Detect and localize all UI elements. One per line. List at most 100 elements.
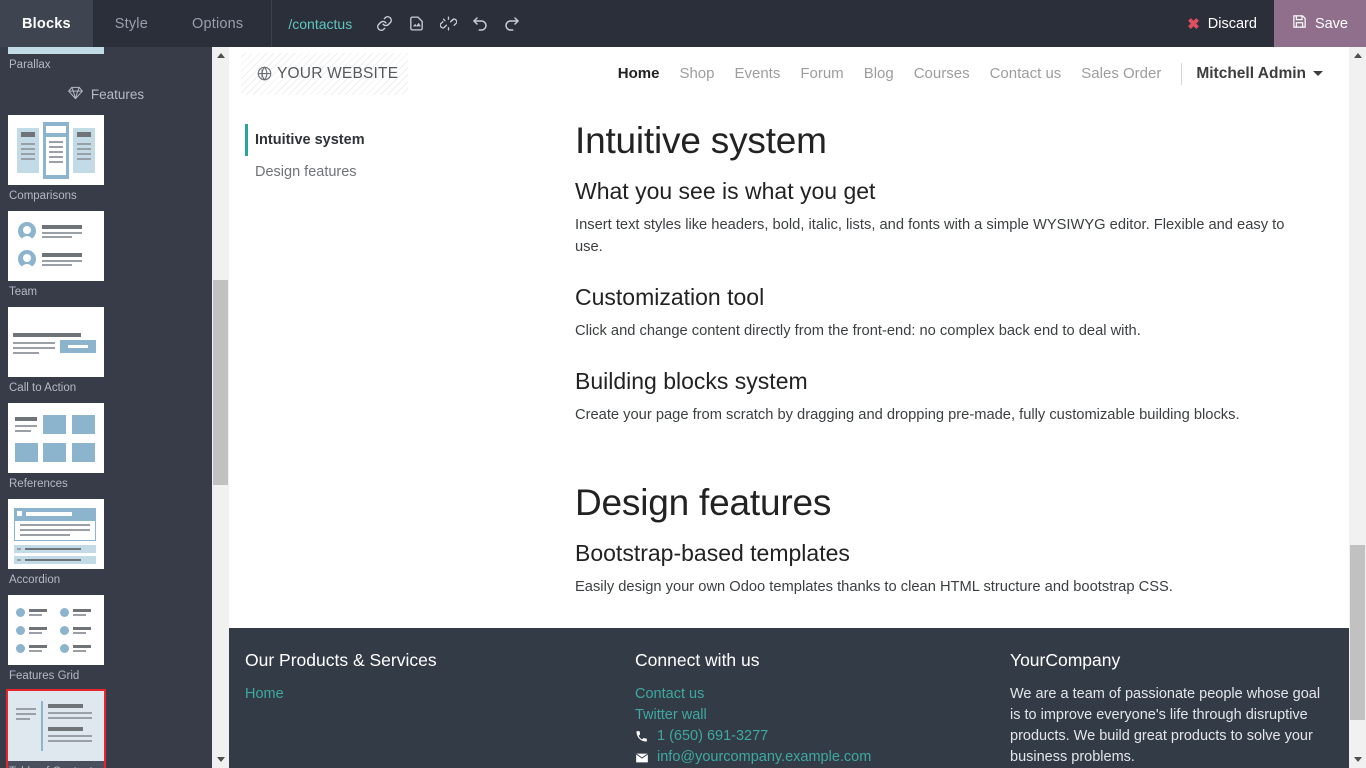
block-label: Call to Action xyxy=(9,382,77,394)
block-item-call-to-action[interactable]: Call to Action xyxy=(8,307,104,395)
block-thumbnail xyxy=(8,403,104,473)
footer-column-title: Connect with us xyxy=(635,650,760,670)
footer-phone-value: 1 (650) 691-3277 xyxy=(657,728,769,744)
unlink-icon[interactable] xyxy=(432,0,464,47)
footer-link-twitter-wall[interactable]: Twitter wall xyxy=(635,705,978,726)
scrollbar-track[interactable] xyxy=(212,64,229,751)
discard-label: Discard xyxy=(1207,15,1257,32)
nav-divider xyxy=(1181,62,1183,85)
section-title: Design features xyxy=(575,482,832,523)
floppy-disk-icon xyxy=(1292,14,1307,33)
nav-item-sales-order[interactable]: Sales Order xyxy=(1071,65,1171,82)
block-thumbnail xyxy=(8,691,104,761)
scrollbar-track[interactable] xyxy=(1349,64,1366,751)
envelope-icon xyxy=(635,751,650,765)
footer-company-paragraph: We are a team of passionate people whose… xyxy=(1010,686,1321,765)
nav-item-courses[interactable]: Courses xyxy=(904,65,980,82)
save-label: Save xyxy=(1314,15,1348,32)
block-item-references[interactable]: References xyxy=(8,403,104,491)
site-brand-text: YOUR WEBSITE xyxy=(277,64,399,82)
editor-actions: ✖ Discard Save xyxy=(1170,0,1366,47)
scroll-down-arrow-icon[interactable] xyxy=(212,751,229,768)
block-item-accordion[interactable]: Accordion xyxy=(8,499,104,587)
subsection-heading: What you see is what you get xyxy=(575,178,876,204)
scrollbar-thumb[interactable] xyxy=(1350,545,1365,720)
nav-item-contact-us[interactable]: Contact us xyxy=(980,65,1072,82)
tab-blocks[interactable]: Blocks xyxy=(0,0,93,47)
footer-column-products: Our Products & Services Home xyxy=(229,650,619,768)
nav-item-home[interactable]: Home xyxy=(608,65,670,82)
nav-item-shop[interactable]: Shop xyxy=(669,65,724,82)
site-main-nav: Home Shop Events Forum Blog Courses Cont… xyxy=(608,62,1327,85)
section-title: Intuitive system xyxy=(575,120,827,161)
undo-icon[interactable] xyxy=(464,0,496,47)
page-url-link[interactable]: /contactus xyxy=(288,16,352,32)
subsection-heading: Customization tool xyxy=(575,284,765,310)
scroll-up-arrow-icon[interactable] xyxy=(212,47,229,64)
block-thumbnail xyxy=(8,307,104,377)
subsection-text: Insert text styles like headers, bold, i… xyxy=(575,217,1285,255)
editor-toolbar: Blocks Style Options /contactus ✖ Discar… xyxy=(0,0,1366,47)
subsection-text: Easily design your own Odoo templates th… xyxy=(575,579,1173,595)
site-logo[interactable]: YOUR WEBSITE xyxy=(241,52,409,95)
subsection-heading: Bootstrap-based templates xyxy=(575,540,850,566)
globe-icon xyxy=(257,66,272,81)
block-label: Parallax xyxy=(9,59,51,71)
site-footer: Our Products & Services Home Connect wit… xyxy=(229,628,1349,768)
diamond-icon xyxy=(67,86,83,103)
nav-item-blog[interactable]: Blog xyxy=(854,65,904,82)
link-icon[interactable] xyxy=(368,0,400,47)
block-label: Features Grid xyxy=(9,670,80,682)
site-header: YOUR WEBSITE Home Shop Events Forum Blog… xyxy=(229,47,1349,100)
block-label: Accordion xyxy=(9,574,61,586)
toc-item-intuitive-system[interactable]: Intuitive system xyxy=(245,124,509,156)
tab-style[interactable]: Style xyxy=(93,0,170,47)
save-button[interactable]: Save xyxy=(1273,0,1366,47)
subsection-heading: Building blocks system xyxy=(575,368,808,394)
block-item-comparisons[interactable]: Comparisons xyxy=(8,115,104,203)
blocks-panel-scrollbar[interactable] xyxy=(212,47,229,768)
nav-item-forum[interactable]: Forum xyxy=(790,65,853,82)
toc-item-design-features[interactable]: Design features xyxy=(245,156,509,188)
tab-options[interactable]: Options xyxy=(170,0,265,47)
redo-icon[interactable] xyxy=(496,0,528,47)
block-label: Comparisons xyxy=(9,190,77,202)
footer-link-contact-us[interactable]: Contact us xyxy=(635,684,978,705)
block-item-team[interactable]: Team xyxy=(8,211,104,299)
phone-icon xyxy=(635,730,650,743)
chevron-down-icon xyxy=(1313,71,1323,76)
footer-column-connect: Connect with us Contact us Twitter wall … xyxy=(619,650,994,768)
scroll-up-arrow-icon[interactable] xyxy=(1349,47,1366,64)
subsection-text: Create your page from scratch by draggin… xyxy=(575,407,1240,423)
block-label: Table of Content xyxy=(8,761,104,768)
image-icon[interactable] xyxy=(400,0,432,47)
block-item-features-grid[interactable]: Features Grid xyxy=(8,595,104,683)
block-item-table-of-content[interactable]: Table of Content xyxy=(6,689,106,768)
block-item-parallax[interactable]: Parallax xyxy=(8,47,104,72)
block-label: References xyxy=(9,478,68,490)
user-menu[interactable]: Mitchell Admin xyxy=(1196,65,1327,83)
url-and-tools-group: /contactus xyxy=(271,0,528,47)
discard-button[interactable]: ✖ Discard xyxy=(1170,0,1274,47)
nav-item-events[interactable]: Events xyxy=(724,65,790,82)
block-thumbnail xyxy=(8,499,104,569)
user-name: Mitchell Admin xyxy=(1196,64,1306,82)
category-label: Features xyxy=(90,87,145,102)
page-scrollbar[interactable] xyxy=(1349,47,1366,768)
block-thumbnail xyxy=(8,115,104,185)
footer-phone[interactable]: 1 (650) 691-3277 xyxy=(635,726,978,747)
blocks-panel: Parallax Features Comparisons Team Call … xyxy=(0,47,212,768)
category-header-features: Features xyxy=(8,72,204,115)
footer-email[interactable]: info@yourcompany.example.com xyxy=(635,747,978,768)
footer-column-company: YourCompany We are a team of passionate … xyxy=(994,650,1349,768)
block-thumbnail xyxy=(8,211,104,281)
footer-column-title: YourCompany xyxy=(1010,650,1121,670)
footer-email-value: info@yourcompany.example.com xyxy=(657,749,872,765)
scrollbar-thumb[interactable] xyxy=(213,280,228,485)
blocks-grid: Comparisons Team Call to Action Referenc… xyxy=(6,115,204,768)
close-icon: ✖ xyxy=(1187,15,1200,33)
scroll-down-arrow-icon[interactable] xyxy=(1349,751,1366,768)
footer-link-home[interactable]: Home xyxy=(245,684,603,705)
footer-column-title: Our Products & Services xyxy=(245,650,437,670)
